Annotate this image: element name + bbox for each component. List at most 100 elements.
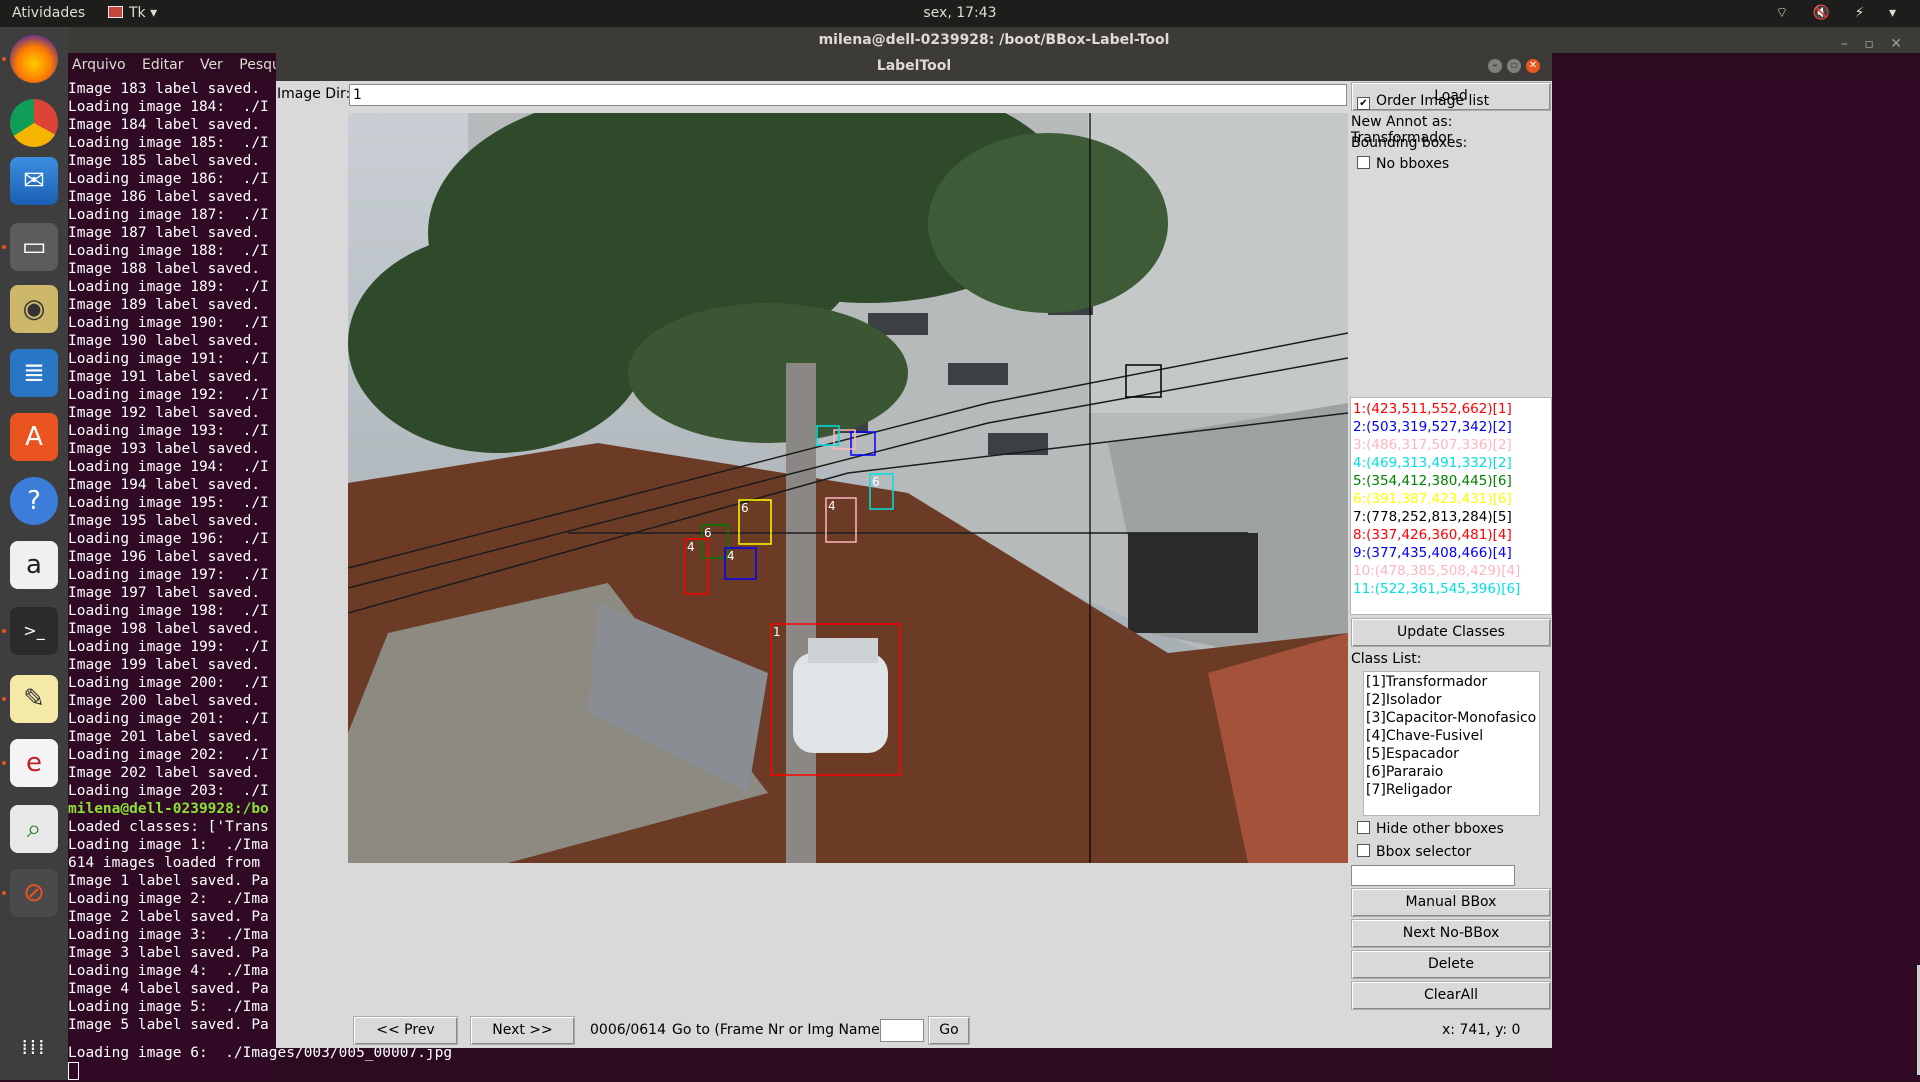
bbox-label: 4 (727, 549, 735, 563)
terminal-icon[interactable]: >_ (10, 607, 58, 655)
menu-editar[interactable]: Editar (142, 57, 183, 73)
rhythmbox-icon[interactable]: ◉ (10, 285, 58, 333)
terminal-last-line: Loading image 6: ./Images/003/005_00007.… (68, 1044, 468, 1082)
labeltool-titlebar[interactable]: LabelTool – ▫ ✕ (276, 52, 1552, 81)
checkbox-empty-icon (1357, 156, 1370, 169)
bbox-selector-checkbox[interactable]: Bbox selector (1357, 844, 1471, 860)
class-list-item[interactable]: [4]Chave-Fusivel (1364, 727, 1539, 745)
bbox-list-item[interactable]: 2:(503,319,527,342)[2] (1351, 418, 1551, 436)
chrome-icon[interactable] (10, 99, 58, 147)
tk-window-icon[interactable]: ⊘ (10, 869, 58, 917)
clear-all-button[interactable]: ClearAll (1351, 981, 1551, 1010)
image-canvas[interactable]: 1664446 (348, 113, 1348, 863)
terminal-line: Image 192 label saved. (68, 405, 261, 421)
goto-input[interactable] (880, 1019, 924, 1042)
terminal-line: Loading image 192: ./I (68, 387, 269, 403)
minimize-icon[interactable]: – (1488, 59, 1502, 73)
checkbox-empty-icon (1357, 821, 1370, 834)
bbox-list-item[interactable]: 8:(337,426,360,481)[4] (1351, 526, 1551, 544)
bbox-list-item[interactable]: 5:(354,412,380,445)[6] (1351, 472, 1551, 490)
terminal-output[interactable]: Image 183 label saved. Loading image 184:… (68, 80, 273, 1080)
terminal-line: Loading image 199: ./I (68, 639, 269, 655)
labeltool-window: LabelTool – ▫ ✕ Image Dir: 1 Load 1 6 6 … (276, 52, 1552, 1048)
terminal-line: Image 186 label saved. (68, 189, 261, 205)
goto-label: Go to (Frame Nr or Img Name) (672, 1022, 886, 1038)
document-viewer-icon[interactable]: e (10, 739, 58, 787)
menu-arquivo[interactable]: Arquivo (72, 57, 126, 73)
terminal-line: Image 202 label saved. (68, 765, 261, 781)
hide-other-bboxes-checkbox[interactable]: Hide other bboxes (1357, 821, 1504, 837)
update-classes-button[interactable]: Update Classes (1351, 618, 1551, 647)
class-listbox[interactable]: [1]Transformador [2]Isolador [3]Capacitor-… (1363, 671, 1540, 816)
next-no-bbox-button[interactable]: Next No-BBox (1351, 919, 1551, 948)
class-list-item[interactable]: [6]Pararaio (1364, 763, 1539, 781)
delete-button[interactable]: Delete (1351, 950, 1551, 979)
class-list-item[interactable]: [7]Religador (1364, 781, 1539, 799)
manual-bbox-button[interactable]: Manual BBox (1351, 888, 1551, 917)
image-dir-label: Image Dir: (277, 86, 351, 102)
show-apps-icon[interactable]: ⁞⁞⁞ (10, 1027, 58, 1075)
bbox-selector-label: Bbox selector (1376, 844, 1472, 860)
terminal-window-controls[interactable]: – ▫ ✕ (1841, 31, 1908, 57)
class-list-item[interactable]: [5]Espacador (1364, 745, 1539, 763)
maximize-icon[interactable]: ▫ (1507, 59, 1521, 73)
bbox-label: 4 (687, 540, 695, 554)
terminal-titlebar[interactable]: milena@dell-0239928: /boot/BBox-Label-To… (68, 27, 1920, 53)
bbox-label: 1 (773, 625, 781, 639)
terminal-line: Image 194 label saved. (68, 477, 261, 493)
transformer-object (793, 638, 888, 753)
terminal-line: Image 1 label saved. Pa (68, 873, 269, 889)
running-indicator (2, 761, 6, 765)
terminal-line: Loading image 203: ./I (68, 783, 269, 799)
image-progress: 0006/0614 (590, 1022, 666, 1038)
next-button[interactable]: Next >> (470, 1016, 575, 1045)
terminal-line: Image 193 label saved. (68, 441, 261, 457)
bbox-list-item[interactable]: 9:(377,435,408,466)[4] (1351, 544, 1551, 562)
order-image-list-checkbox[interactable]: ✔ Order Image list (1357, 93, 1489, 110)
bbox-list-item[interactable]: 6:(391,387,423,431)[6] (1351, 490, 1551, 508)
software-center-icon[interactable]: A (10, 413, 58, 461)
clock[interactable]: sex, 17:43 (0, 5, 1920, 21)
bbox-selector-input[interactable] (1351, 865, 1515, 886)
terminal-line: Image 191 label saved. (68, 369, 261, 385)
system-tray[interactable]: ⌔ 🔇 ⚡ ▾ (1775, 4, 1906, 22)
image-dir-input[interactable]: 1 (349, 84, 1347, 106)
terminal-line: Loading image 188: ./I (68, 243, 269, 259)
text-editor-icon[interactable]: ✎ (10, 675, 58, 723)
amazon-icon[interactable]: a (10, 541, 58, 589)
bbox-list-item[interactable]: 1:(423,511,552,662)[1] (1351, 400, 1551, 418)
firefox-icon[interactable] (10, 35, 58, 83)
bbox-listbox[interactable]: 1:(423,511,552,662)[1] 2:(503,319,527,342… (1350, 397, 1552, 615)
close-icon[interactable]: ✕ (1526, 59, 1540, 73)
image-viewer-icon[interactable]: ⌕ (10, 805, 58, 853)
bbox-list-item[interactable]: 11:(522,361,545,396)[6] (1351, 580, 1551, 598)
prev-button[interactable]: << Prev (353, 1016, 458, 1045)
help-icon[interactable]: ? (10, 477, 58, 525)
terminal-background (1552, 80, 1920, 1080)
menu-ver[interactable]: Ver (200, 57, 223, 73)
class-list-item[interactable]: [2]Isolador (1364, 691, 1539, 709)
app-menu[interactable]: Tk ▾ (108, 5, 157, 21)
labeltool-title: LabelTool (876, 58, 952, 74)
bbox-list-item[interactable]: 4:(469,313,491,332)[2] (1351, 454, 1551, 472)
no-bboxes-checkbox[interactable]: No bboxes (1357, 156, 1449, 172)
bbox-list-item[interactable]: 7:(778,252,813,284)[5] (1351, 508, 1551, 526)
terminal-line: Loading image 5: ./Ima (68, 999, 269, 1015)
thunderbird-icon[interactable]: ✉ (10, 157, 58, 205)
terminal-line: Loading image 190: ./I (68, 315, 269, 331)
activities-button[interactable]: Atividades (12, 5, 85, 21)
top-bar: Atividades Tk ▾ sex, 17:43 ⌔ 🔇 ⚡ ▾ (0, 0, 1920, 27)
writer-icon[interactable]: ≣ (10, 349, 58, 397)
class-list-item[interactable]: [1]Transformador (1364, 673, 1539, 691)
no-bboxes-label: No bboxes (1376, 156, 1450, 172)
terminal-line: Image 197 label saved. (68, 585, 261, 601)
files-icon[interactable]: ▭ (10, 223, 58, 271)
terminal-line: 614 images loaded from (68, 855, 261, 871)
go-button[interactable]: Go (928, 1016, 970, 1045)
terminal-line: Loading image 196: ./I (68, 531, 269, 547)
bbox-list-item[interactable]: 3:(486,317,507,336)[2] (1351, 436, 1551, 454)
terminal-line: Image 196 label saved. (68, 549, 261, 565)
terminal-line: Loading image 195: ./I (68, 495, 269, 511)
class-list-item[interactable]: [3]Capacitor-Monofasico (1364, 709, 1539, 727)
bbox-list-item[interactable]: 10:(478,385,508,429)[4] (1351, 562, 1551, 580)
